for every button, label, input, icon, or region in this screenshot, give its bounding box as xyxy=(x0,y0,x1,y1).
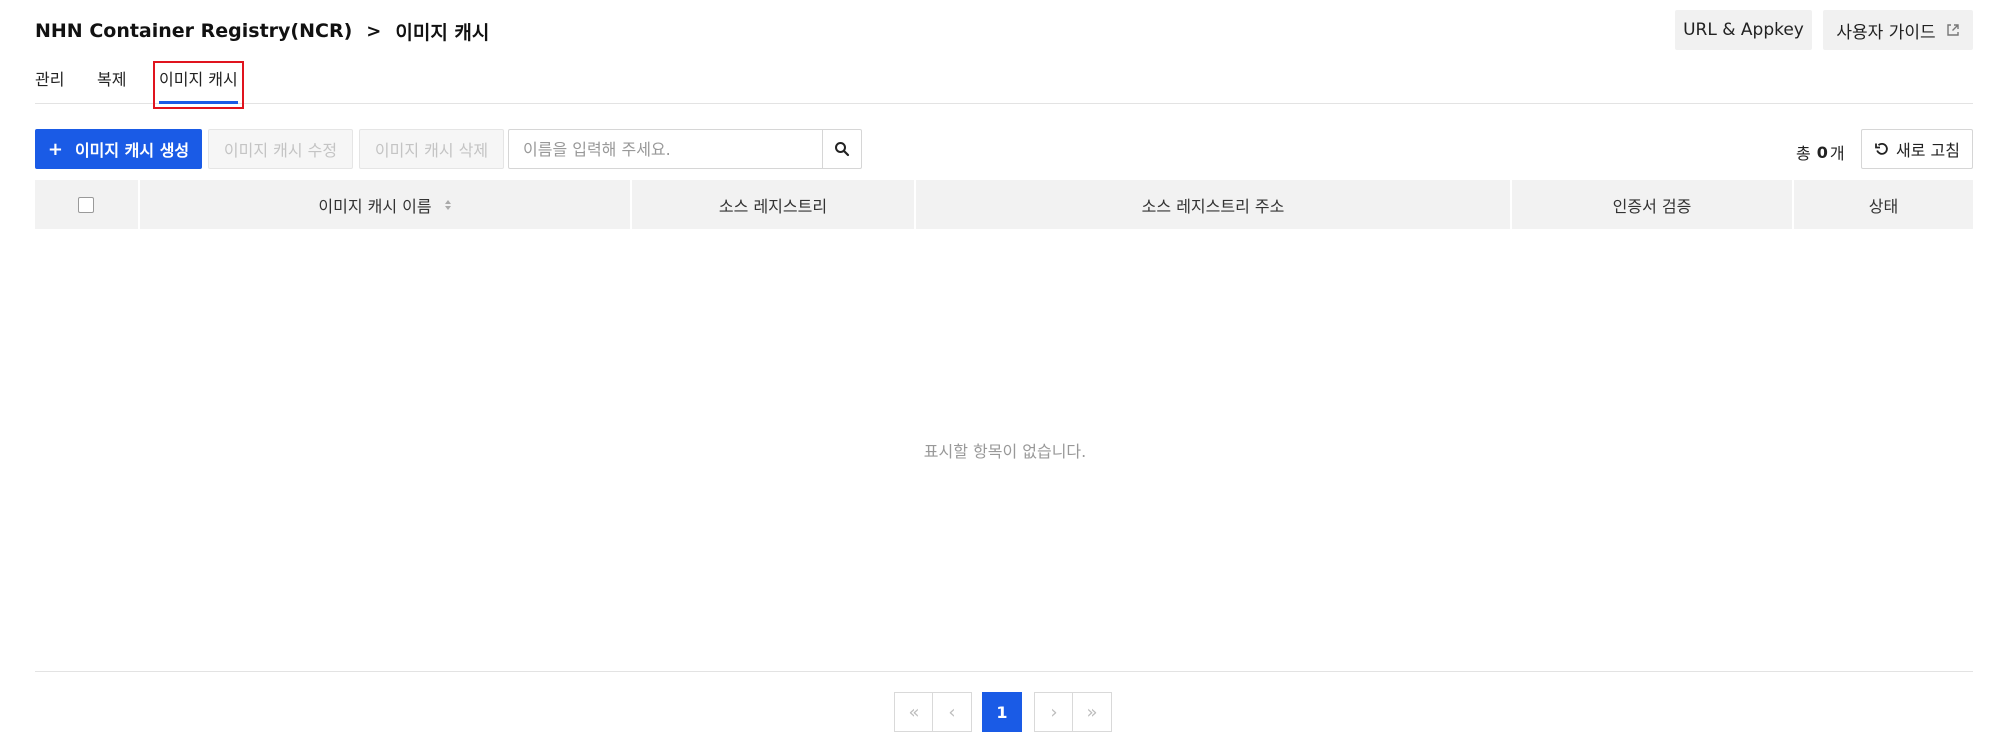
user-guide-label: 사용자 가이드 xyxy=(1836,22,1936,43)
column-header-cert-verification: 인증서 검증 xyxy=(1512,180,1792,229)
search-input[interactable] xyxy=(508,129,823,169)
delete-image-cache-label: 이미지 캐시 삭제 xyxy=(374,141,489,160)
search-button[interactable] xyxy=(822,129,862,169)
tab-highlight-box xyxy=(153,61,244,109)
edit-image-cache-button[interactable]: 이미지 캐시 수정 xyxy=(208,129,353,169)
tab-management-label: 관리 xyxy=(35,70,65,89)
column-header-name[interactable]: 이미지 캐시 이름 xyxy=(140,180,630,229)
create-image-cache-label: 이미지 캐시 생성 xyxy=(74,141,190,160)
breadcrumb: NHN Container Registry(NCR) > 이미지 캐시 xyxy=(35,16,489,46)
total-prefix: 총 xyxy=(1796,144,1811,163)
column-header-status: 상태 xyxy=(1794,180,1973,229)
select-all-checkbox[interactable] xyxy=(78,197,94,213)
first-page-button[interactable]: « xyxy=(894,692,934,732)
delete-image-cache-button[interactable]: 이미지 캐시 삭제 xyxy=(359,129,504,169)
chevron-right-icon: › xyxy=(1050,701,1058,723)
refresh-icon xyxy=(1875,142,1888,155)
tab-replication[interactable]: 복제 xyxy=(97,66,126,102)
chevron-left-icon: ‹ xyxy=(948,701,956,723)
refresh-label: 새로 고침 xyxy=(1896,141,1960,160)
column-header-name-label: 이미지 캐시 이름 xyxy=(318,196,432,216)
empty-message: 표시할 항목이 없습니다. xyxy=(923,442,1087,461)
plus-icon: + xyxy=(47,138,63,160)
total-count-value: 0 xyxy=(1816,142,1828,162)
user-guide-button[interactable]: 사용자 가이드 xyxy=(1823,10,1973,50)
column-header-source-registry-address: 소스 레지스트리 주소 xyxy=(916,180,1510,229)
page-number-button[interactable]: 1 xyxy=(982,692,1022,732)
tab-replication-label: 복제 xyxy=(97,70,127,89)
double-chevron-right-icon: » xyxy=(1086,701,1098,723)
tab-management[interactable]: 관리 xyxy=(35,66,64,102)
last-page-button[interactable]: » xyxy=(1072,692,1112,732)
sort-icon[interactable] xyxy=(444,199,452,211)
create-image-cache-button[interactable]: + 이미지 캐시 생성 xyxy=(35,129,202,169)
url-appkey-button[interactable]: URL & Appkey xyxy=(1675,10,1812,50)
url-appkey-label: URL & Appkey xyxy=(1683,20,1804,40)
column-header-source-registry-address-label: 소스 레지스트리 주소 xyxy=(1141,196,1285,216)
previous-page-button[interactable]: ‹ xyxy=(932,692,972,732)
page-title: 이미지 캐시 xyxy=(395,21,490,44)
table-bottom-divider xyxy=(35,671,1973,672)
column-header-source-registry: 소스 레지스트리 xyxy=(632,180,914,229)
breadcrumb-separator: > xyxy=(366,20,382,42)
next-page-button[interactable]: › xyxy=(1034,692,1074,732)
column-header-status-label: 상태 xyxy=(1868,196,1899,216)
refresh-button[interactable]: 새로 고침 xyxy=(1861,129,1973,169)
edit-image-cache-label: 이미지 캐시 수정 xyxy=(223,141,338,160)
column-header-cert-verification-label: 인증서 검증 xyxy=(1612,196,1692,216)
total-count: 총 0 개 xyxy=(1796,140,1845,164)
tabs-divider xyxy=(35,103,1973,104)
column-header-source-registry-label: 소스 레지스트리 xyxy=(718,196,828,216)
external-link-icon xyxy=(1946,24,1959,36)
total-suffix: 개 xyxy=(1829,144,1845,163)
breadcrumb-root[interactable]: NHN Container Registry(NCR) xyxy=(35,20,352,42)
search-icon xyxy=(835,142,850,157)
double-chevron-left-icon: « xyxy=(908,701,920,723)
page-number-label: 1 xyxy=(996,702,1008,722)
